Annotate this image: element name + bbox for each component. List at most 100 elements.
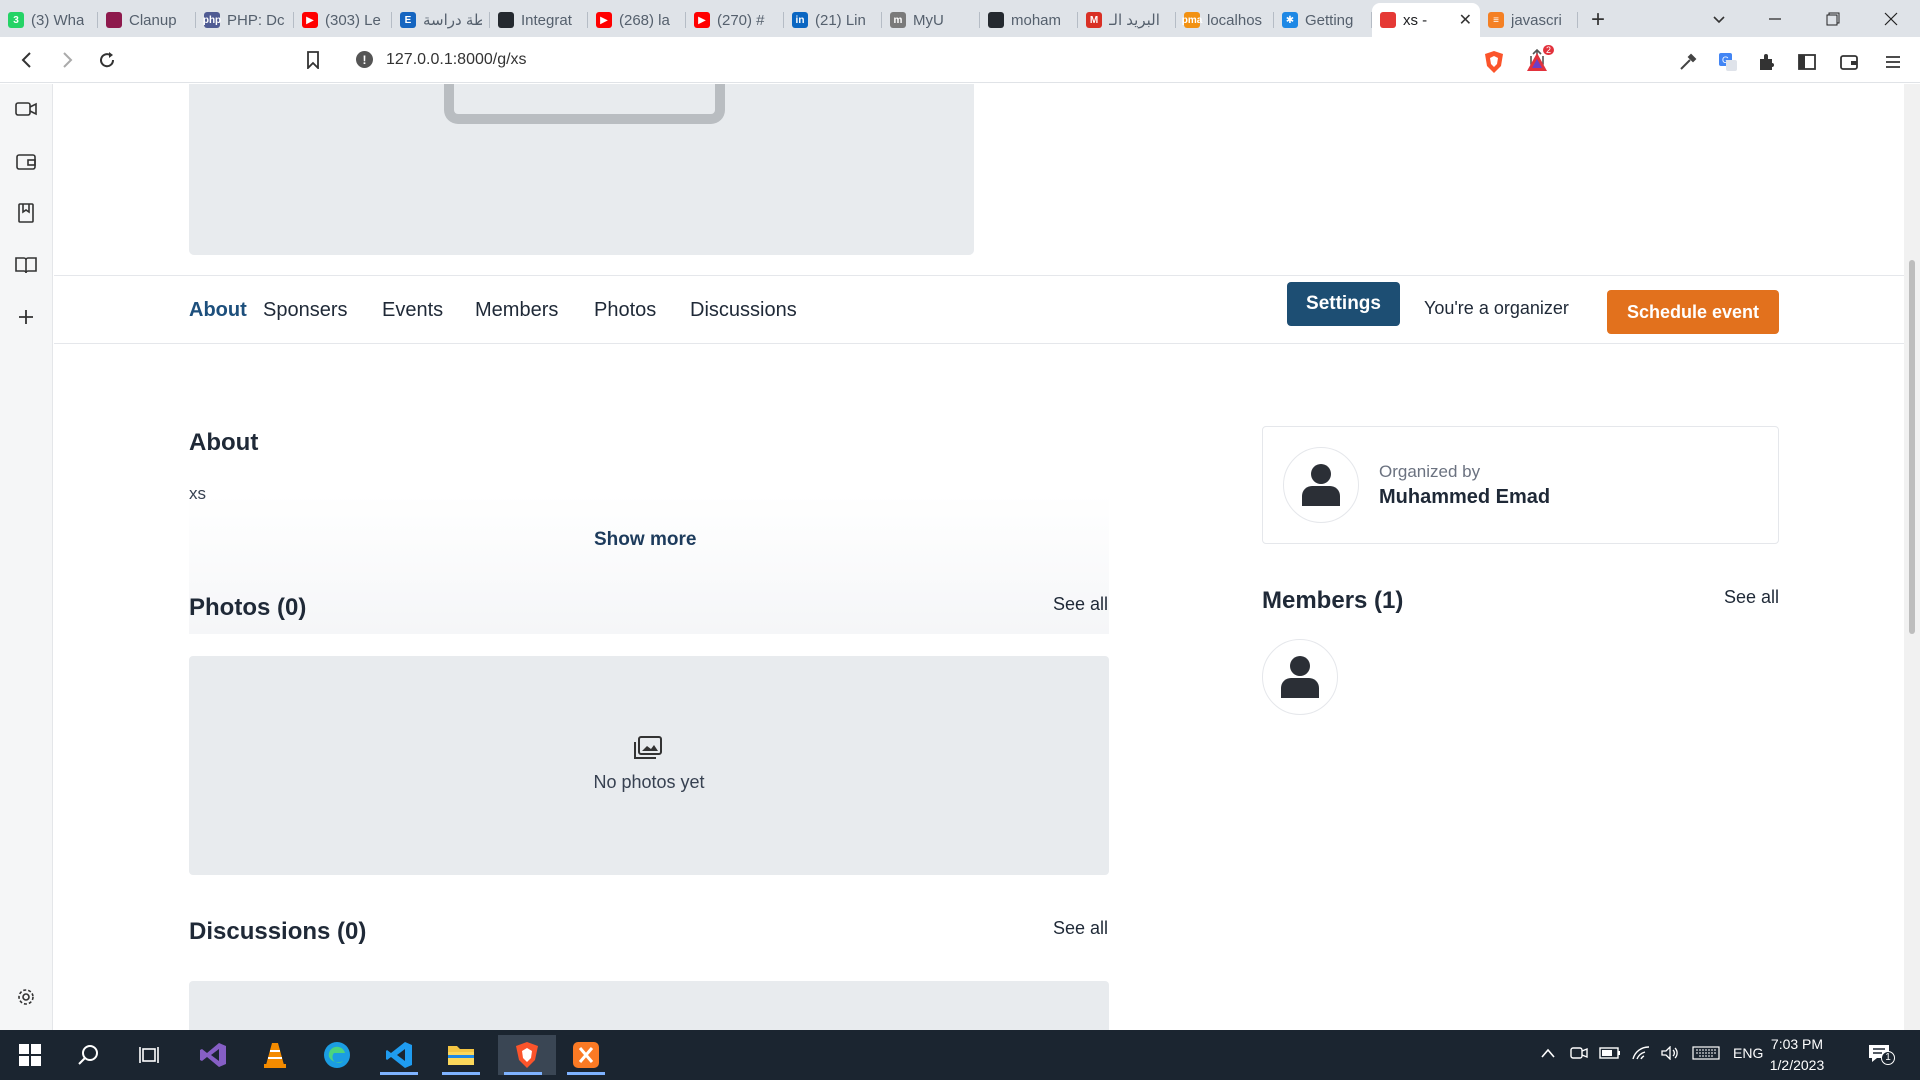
bookmark-icon	[307, 51, 319, 69]
browser-tab[interactable]: moham	[980, 3, 1078, 37]
wifi-icon[interactable]	[1632, 1046, 1650, 1063]
start-button[interactable]	[5, 1035, 55, 1075]
meet-now-icon[interactable]	[1570, 1046, 1588, 1063]
php-icon: php	[203, 12, 221, 28]
browser-tab[interactable]: in (21) Lin	[784, 3, 882, 37]
member-avatar[interactable]	[1262, 639, 1338, 715]
volume-icon[interactable]	[1661, 1045, 1679, 1063]
photos-see-all-link[interactable]: See all	[1053, 594, 1108, 615]
browser-tab[interactable]: ▶ (268) la	[588, 3, 686, 37]
taskbar-visual-studio[interactable]	[188, 1035, 238, 1075]
edge-icon	[324, 1042, 350, 1068]
taskbar-vscode[interactable]	[374, 1035, 424, 1075]
close-tab-icon[interactable]: ✕	[1459, 10, 1472, 30]
sidebar-settings-icon[interactable]	[13, 984, 39, 1010]
browser-tab[interactable]: E خطة دراسة	[392, 3, 490, 37]
browser-tab[interactable]: M البريد الـ	[1078, 3, 1176, 37]
notification-center-icon[interactable]: 1	[1867, 1043, 1895, 1068]
folder-icon	[448, 1046, 474, 1065]
site-info-icon[interactable]: !	[356, 51, 373, 68]
settings-button[interactable]: Settings	[1287, 282, 1400, 326]
taskbar-file-explorer[interactable]	[436, 1035, 486, 1075]
search-button[interactable]	[64, 1035, 114, 1075]
taskbar-edge[interactable]	[312, 1035, 362, 1075]
keyboard-icon[interactable]	[1692, 1046, 1720, 1063]
organizer-avatar[interactable]	[1283, 447, 1359, 523]
close-window-button[interactable]	[1862, 0, 1920, 37]
scrollbar-thumb[interactable]	[1909, 260, 1915, 634]
organizer-name[interactable]: Muhammed Emad	[1379, 486, 1550, 509]
bookmarks-sidebar-icon[interactable]	[13, 200, 39, 226]
tab-photos[interactable]: Photos	[594, 299, 656, 322]
whatsapp-icon: 3	[8, 12, 24, 28]
browser-tab-active[interactable]: xs - ✕	[1372, 3, 1480, 37]
reading-list-icon[interactable]	[13, 252, 39, 278]
browser-tab[interactable]: ▶ (303) Le	[294, 3, 392, 37]
tab-title: (268) la	[619, 11, 670, 29]
browser-tab[interactable]: Integrat	[490, 3, 588, 37]
windows-logo-icon	[19, 1044, 41, 1066]
tab-discussions[interactable]: Discussions	[690, 299, 797, 322]
web-page: About Sponsers Events Members Photos Dis…	[54, 84, 1904, 1030]
stackoverflow-icon: ≡	[1488, 12, 1504, 28]
browser-tab[interactable]: ≡ javascri	[1480, 3, 1578, 37]
browser-tab[interactable]: pma localhos	[1176, 3, 1274, 37]
schedule-event-button[interactable]: Schedule event	[1607, 290, 1779, 334]
clock[interactable]: 7:03 PM 1/2/2023	[1757, 1034, 1837, 1076]
tab-search-button[interactable]	[1690, 0, 1748, 37]
tab-title: localhos	[1207, 11, 1263, 29]
video-call-icon[interactable]	[13, 96, 39, 122]
tray-chevron-icon[interactable]	[1540, 1046, 1556, 1062]
page-scrollbar[interactable]	[1904, 84, 1920, 1030]
taskbar-xampp[interactable]	[561, 1035, 611, 1075]
sidebar-toggle-icon[interactable]	[1794, 49, 1820, 75]
back-arrow-icon	[21, 52, 31, 68]
extensions-icon[interactable]	[1754, 49, 1780, 75]
tab-sponsers[interactable]: Sponsers	[263, 299, 348, 322]
restore-button[interactable]	[1804, 0, 1862, 37]
wallet-icon[interactable]	[1836, 49, 1862, 75]
address-bar[interactable]: ! 127.0.0.1:8000/g/xs	[342, 42, 1560, 77]
minimize-button[interactable]	[1746, 0, 1804, 37]
tab-title: Integrat	[521, 11, 572, 29]
browser-tab[interactable]: m MyU	[882, 3, 980, 37]
task-view-button[interactable]	[124, 1035, 174, 1075]
tab-members[interactable]: Members	[475, 299, 558, 322]
eyedropper-icon[interactable]	[1675, 49, 1701, 75]
translate-icon[interactable]: G	[1715, 49, 1741, 75]
linkedin-icon: in	[792, 12, 808, 28]
back-button[interactable]	[12, 45, 42, 75]
browser-tab[interactable]: ▶ (270) #	[686, 3, 784, 37]
tab-about[interactable]: About	[189, 299, 247, 322]
myu-icon: m	[890, 12, 906, 28]
tab-events[interactable]: Events	[382, 299, 443, 322]
browser-sidebar	[0, 84, 53, 1030]
url-text[interactable]: 127.0.0.1:8000/g/xs	[386, 51, 527, 69]
members-see-all-link[interactable]: See all	[1724, 587, 1779, 608]
tab-title: Getting	[1305, 11, 1354, 29]
wallet-sidebar-icon[interactable]	[13, 148, 39, 174]
reload-button[interactable]	[92, 45, 122, 75]
battery-icon[interactable]	[1599, 1046, 1621, 1062]
browser-tab[interactable]: 3 (3) Wha	[0, 3, 98, 37]
bookmark-button[interactable]	[298, 45, 328, 75]
brave-rewards-icon[interactable]: 2	[1524, 45, 1554, 75]
tab-title: (21) Lin	[815, 11, 866, 29]
reload-icon	[100, 52, 115, 68]
group-cover-image	[189, 84, 974, 255]
add-sidebar-item-icon[interactable]	[13, 304, 39, 330]
discussions-see-all-link[interactable]: See all	[1053, 918, 1108, 939]
forward-button[interactable]	[52, 45, 82, 75]
show-more-button[interactable]: Show more	[594, 529, 696, 551]
browser-tab[interactable]: php PHP: Dc	[196, 3, 294, 37]
user-icon	[1281, 656, 1319, 698]
browser-tab[interactable]: ✱ Getting	[1274, 3, 1372, 37]
browser-tab[interactable]: Clanup	[98, 3, 196, 37]
taskbar-vlc[interactable]	[250, 1035, 300, 1075]
brave-shields-icon[interactable]	[1481, 49, 1507, 75]
new-tab-button[interactable]: +	[1578, 3, 1618, 37]
tab-title: xs -	[1403, 11, 1428, 29]
menu-icon[interactable]	[1880, 49, 1906, 75]
taskbar-brave[interactable]	[498, 1035, 556, 1075]
tab-list: 3 (3) Wha Clanup php PHP: Dc ▶ (303) Le E خطة در…	[0, 0, 1578, 37]
